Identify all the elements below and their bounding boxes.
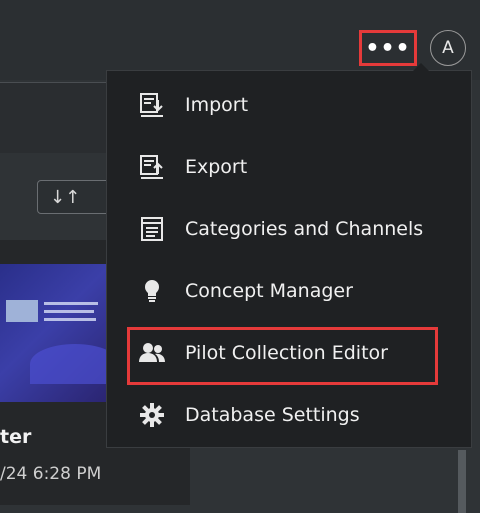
- options-menu: Import Export Categories and Channels Co…: [106, 63, 472, 448]
- card-title: ter: [0, 426, 32, 448]
- menu-item-label: Database Settings: [185, 404, 360, 426]
- menu-item-categories[interactable]: Categories and Channels: [107, 198, 471, 260]
- card-thumbnail: [0, 264, 110, 402]
- categories-icon: [137, 214, 167, 244]
- highlight-box: [127, 327, 438, 385]
- menu-item-database-settings[interactable]: Database Settings: [107, 384, 471, 446]
- menu-item-concept-manager[interactable]: Concept Manager: [107, 260, 471, 322]
- card-date: /24 6:28 PM: [0, 464, 102, 484]
- sort-arrows-icon: ↓↑: [50, 186, 81, 208]
- more-icon: •••: [365, 35, 411, 61]
- scrollbar[interactable]: [458, 450, 466, 513]
- lightbulb-icon: [137, 276, 167, 306]
- avatar[interactable]: A: [430, 30, 466, 66]
- menu-item-import[interactable]: Import: [107, 74, 471, 136]
- export-icon: [137, 152, 167, 182]
- menu-item-label: Import: [185, 94, 249, 116]
- import-icon: [137, 90, 167, 120]
- avatar-initial: A: [442, 38, 454, 58]
- menu-item-label: Concept Manager: [185, 280, 353, 302]
- menu-item-export[interactable]: Export: [107, 136, 471, 198]
- more-options-button[interactable]: •••: [359, 30, 417, 66]
- menu-item-label: Export: [185, 156, 248, 178]
- gear-icon: [137, 400, 167, 430]
- menu-item-label: Categories and Channels: [185, 218, 424, 240]
